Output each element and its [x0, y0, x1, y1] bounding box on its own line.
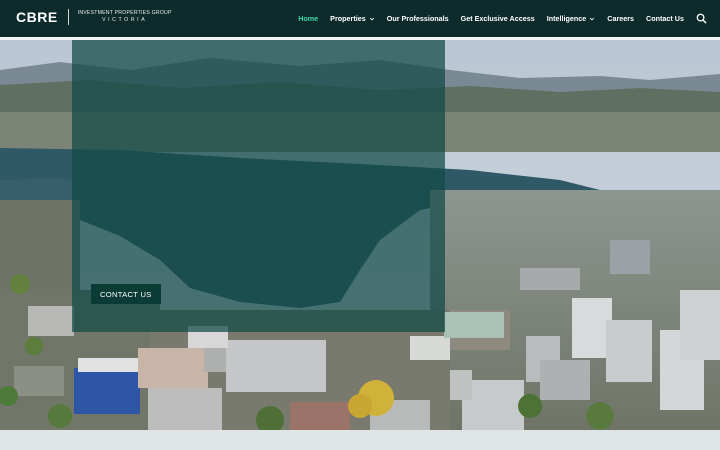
site-header: CBRE INVESTMENT PROPERTIES GROUP VICTORI…	[0, 0, 720, 37]
hero-section: CONTACT US	[0, 40, 720, 430]
nav-item-get-exclusive-access[interactable]: Get Exclusive Access	[461, 14, 535, 23]
nav-item-label: Properties	[330, 14, 366, 23]
logo-tagline-line1: INVESTMENT PROPERTIES GROUP	[77, 9, 172, 16]
logo-tagline: INVESTMENT PROPERTIES GROUP VICTORIA	[77, 9, 172, 23]
logo-tagline-line2: VICTORIA	[102, 17, 148, 23]
nav-item-label: Careers	[607, 14, 635, 23]
search-icon[interactable]	[696, 13, 707, 24]
nav-item-intelligence[interactable]: Intelligence	[547, 14, 596, 23]
nav-item-label: Contact Us	[646, 14, 684, 23]
logo-wordmark: CBRE	[16, 9, 58, 25]
nav-item-label: Intelligence	[546, 14, 587, 23]
brand-logo[interactable]: CBRE INVESTMENT PROPERTIES GROUP VICTORI…	[16, 9, 172, 25]
nav-item-properties[interactable]: Properties	[330, 14, 375, 23]
contact-us-button[interactable]: CONTACT US	[91, 284, 161, 304]
section-divider-band	[0, 430, 720, 450]
nav-item-contact-us[interactable]: Contact Us	[646, 14, 684, 23]
chevron-down-icon	[590, 17, 595, 20]
main-nav: Home Properties Our Professionals Get Ex…	[286, 0, 684, 37]
nav-item-careers[interactable]: Careers	[607, 14, 634, 23]
nav-item-home[interactable]: Home	[298, 14, 318, 23]
chevron-down-icon	[369, 17, 374, 20]
logo-divider	[67, 9, 69, 25]
nav-item-label: Our Professionals	[386, 14, 449, 23]
hero-overlay-panel: CONTACT US	[72, 40, 445, 332]
nav-item-our-professionals[interactable]: Our Professionals	[387, 14, 449, 23]
nav-item-label: Home	[298, 14, 319, 23]
nav-item-label: Get Exclusive Access	[460, 14, 535, 23]
